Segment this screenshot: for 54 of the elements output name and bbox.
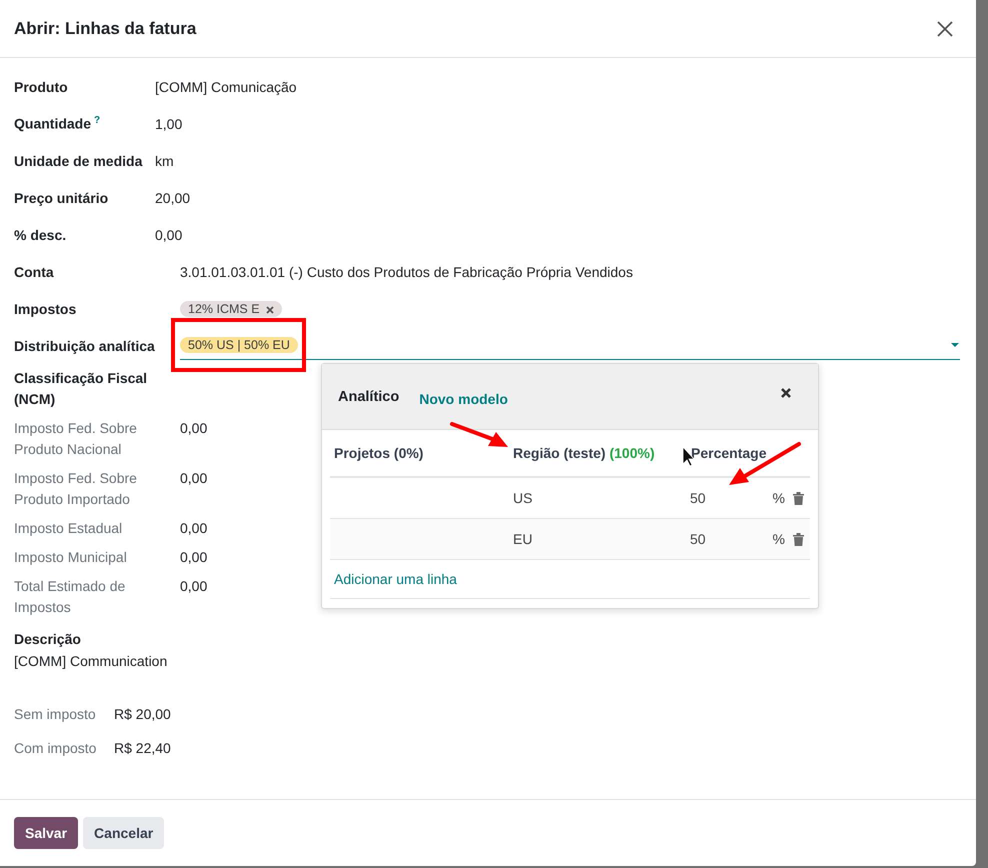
field-label: Distribuição analítica	[14, 338, 155, 354]
section-label: Classificação Fiscal (NCM)	[14, 369, 148, 409]
field-value: 0,00	[155, 226, 182, 242]
column-header: Região (teste) (100%)	[512, 445, 656, 461]
field-label: Imposto Fed. Sobre Produto Nacional	[14, 419, 138, 459]
total-label: Sem imposto	[14, 705, 97, 724]
percent-sign: %	[772, 490, 785, 506]
field-label: Preço unitário	[14, 190, 110, 206]
annotation-arrow	[450, 422, 508, 447]
field-label: Imposto Fed. Sobre Produto Importado	[14, 469, 138, 509]
field-value: 0,00	[180, 519, 208, 538]
analytic-field[interactable]: 50% US | 50% EU	[180, 331, 960, 360]
field-label: Produto	[14, 78, 69, 94]
cancel-button[interactable]: Cancelar	[83, 817, 164, 849]
save-button[interactable]: Salvar	[14, 817, 78, 849]
field-value: 20,00	[155, 190, 190, 206]
field-value: 0,00	[180, 419, 208, 438]
popover-title: Analítico	[338, 388, 400, 404]
field-label: Imposto Municipal	[14, 548, 128, 567]
close-icon[interactable]	[780, 386, 792, 398]
percent-sign: %	[772, 531, 785, 547]
table-cell: 50	[690, 490, 706, 506]
dialog-title: Abrir: Linhas da fatura	[14, 18, 196, 38]
table-cell-text: US	[512, 490, 534, 506]
tax-tag[interactable]: 12% ICMS E	[180, 301, 282, 317]
field-value: 0,00	[180, 469, 208, 488]
total-value: R$ 20,00	[114, 705, 171, 724]
field-label: Total Estimado de Impostos	[14, 577, 126, 617]
field-label: Impostos	[14, 300, 78, 316]
field-value: 0,00	[180, 577, 208, 596]
total-value: R$ 22,40	[114, 739, 171, 758]
field-label: Descrição	[14, 630, 82, 649]
trash-icon[interactable]	[793, 492, 804, 504]
column-header: Projetos (0%)	[333, 445, 424, 461]
field-label: Unidade de medida	[14, 152, 144, 168]
field-label: Imposto Estadual	[14, 519, 124, 538]
field-value: 3.01.01.03.01.01 (-) Custo dos Produtos de Fabricação Própria Vendidos	[179, 264, 633, 280]
field-label: % desc.	[14, 226, 68, 242]
table-cell-text: EU	[512, 531, 534, 547]
field-value: 0,00	[180, 548, 208, 567]
field-label: Quantidade $^{?}$	[14, 115, 102, 132]
field-label: Conta	[14, 264, 55, 280]
column-header: Percentage	[690, 445, 768, 461]
new-model-link[interactable]: Novo modelo	[419, 391, 508, 407]
field-value: [COMM] Communication	[14, 652, 168, 671]
total-label: Com imposto	[14, 739, 98, 758]
field-value: km	[155, 152, 174, 168]
remove-icon[interactable]	[266, 306, 274, 314]
table-cell: 50	[690, 531, 706, 547]
add-line-link[interactable]: Adicionar uma linha	[334, 571, 457, 587]
caret-icon[interactable]	[950, 342, 960, 348]
trash-icon[interactable]	[793, 532, 804, 546]
field-value: 1,00	[155, 116, 182, 132]
field-value: [COMM] Comunicação	[155, 78, 297, 94]
